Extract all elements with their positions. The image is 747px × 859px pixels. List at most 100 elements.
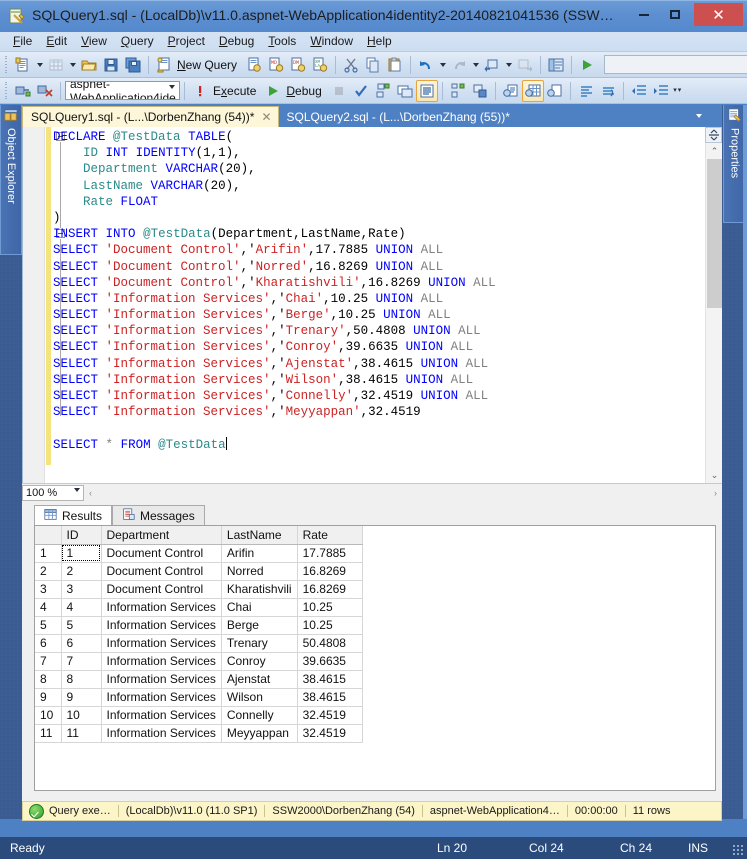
cell-id[interactable]: 8 (61, 670, 102, 689)
copy-icon[interactable] (362, 54, 384, 76)
menu-edit[interactable]: Edit (39, 32, 74, 51)
cell-lastname[interactable]: Ajenstat (221, 670, 298, 689)
scroll-up-arrow-icon[interactable]: ⌃ (706, 143, 722, 159)
blue-check-icon[interactable] (350, 80, 372, 102)
increase-indent-icon[interactable] (650, 80, 672, 102)
navigate-back-dropdown-icon[interactable] (503, 54, 514, 76)
row-number-cell[interactable]: 5 (35, 616, 62, 635)
cell-lastname[interactable]: Norred (221, 562, 298, 581)
cell-rate[interactable]: 38.4615 (297, 670, 363, 689)
query-options-icon[interactable] (394, 80, 416, 102)
cell-id[interactable]: 2 (61, 562, 102, 581)
floppy-disk-icon[interactable] (100, 54, 122, 76)
hscroll-right-arrow-icon[interactable]: › (709, 488, 722, 498)
cell-id[interactable]: 11 (61, 724, 102, 743)
editor-code[interactable]: DECLARE @TestData TABLE( ID INT IDENTITY… (53, 129, 704, 483)
minimize-button[interactable] (629, 3, 658, 26)
cell-rate[interactable]: 38.4615 (297, 688, 363, 707)
column-header-lastname[interactable]: LastName (221, 526, 298, 545)
cell-lastname[interactable]: Wilson (221, 688, 298, 707)
undo-dropdown-icon[interactable] (437, 54, 448, 76)
close-icon[interactable]: ✕ (261, 110, 271, 124)
new-document-dropdown-icon[interactable] (34, 54, 45, 76)
menu-query[interactable]: Query (114, 32, 161, 51)
editor-horizontal-scrollbar[interactable] (97, 484, 709, 501)
navigate-back-icon[interactable] (481, 54, 503, 76)
actual-plan-icon[interactable] (447, 80, 469, 102)
cell-lastname[interactable]: Connelly (221, 706, 298, 725)
tab-sqlquery1[interactable]: SQLQuery1.sql - (L...\DorbenZhang (54))*… (22, 106, 279, 127)
cell-id[interactable]: 1 (61, 544, 102, 563)
table-row[interactable]: 7 7 Information Services Conroy 39.6635 (35, 652, 363, 671)
row-number-cell[interactable]: 8 (35, 670, 62, 689)
menu-view[interactable]: View (74, 32, 114, 51)
cell-id[interactable]: 6 (61, 634, 102, 653)
cell-id[interactable]: 10 (61, 706, 102, 725)
toolbar-grip[interactable] (3, 81, 10, 100)
row-number-cell[interactable]: 4 (35, 598, 62, 617)
uncomment-lines-icon[interactable] (597, 80, 619, 102)
open-folder-icon[interactable] (78, 54, 100, 76)
cell-id[interactable]: 7 (61, 652, 102, 671)
cell-department[interactable]: Information Services (101, 616, 222, 635)
redo-arrow-icon[interactable] (448, 54, 470, 76)
cell-department[interactable]: Information Services (101, 706, 222, 725)
xmla-query-icon[interactable]: XM LA (309, 54, 331, 76)
connect-plug-icon[interactable] (12, 80, 34, 102)
green-play-icon[interactable] (576, 54, 598, 76)
database-selector-combo[interactable]: aspnet-WebApplication4ide (65, 81, 180, 100)
table-dropdown-icon[interactable] (67, 54, 78, 76)
object-explorer-icon[interactable] (545, 54, 567, 76)
table-row[interactable]: 8 8 Information Services Ajenstat 38.4615 (35, 670, 363, 689)
close-button[interactable]: ✕ (694, 3, 743, 26)
row-number-cell[interactable]: 6 (35, 634, 62, 653)
maximize-button[interactable] (660, 3, 689, 26)
tab-sqlquery2[interactable]: SQLQuery2.sql - (L...\DorbenZhang (55))* (279, 106, 516, 127)
table-row[interactable]: 2 2 Document Control Norred 16.8269 (35, 562, 363, 581)
stop-square-icon[interactable] (328, 80, 350, 102)
row-number-cell[interactable]: 10 (35, 706, 62, 725)
cell-id[interactable]: 4 (61, 598, 102, 617)
row-number-cell[interactable]: 3 (35, 580, 62, 599)
new-query-icon[interactable] (153, 54, 175, 76)
cell-rate[interactable]: 10.25 (297, 598, 363, 617)
undo-arrow-icon[interactable] (415, 54, 437, 76)
cell-lastname[interactable]: Berge (221, 616, 298, 635)
table-row[interactable]: 10 10 Information Services Connelly 32.4519 (35, 706, 363, 725)
cell-id[interactable]: 3 (61, 580, 102, 599)
results-to-text-icon[interactable] (415, 79, 438, 102)
cell-rate[interactable]: 16.8269 (297, 580, 363, 599)
cell-lastname[interactable]: Trenary (221, 634, 298, 653)
cell-lastname[interactable]: Kharatishvili (221, 580, 298, 599)
cell-lastname[interactable]: Meyyappan (221, 724, 298, 743)
cell-department[interactable]: Information Services (101, 598, 222, 617)
menu-tools[interactable]: Tools (261, 32, 303, 51)
column-header-rate[interactable]: Rate (297, 526, 363, 545)
scrollbar-thumb[interactable] (707, 159, 722, 308)
cell-rate[interactable]: 39.6635 (297, 652, 363, 671)
table-icon[interactable] (45, 54, 67, 76)
standard-database-combo[interactable] (604, 55, 747, 74)
menu-file[interactable]: File (6, 32, 39, 51)
cell-department[interactable]: Information Services (101, 724, 222, 743)
cell-rate[interactable]: 16.8269 (297, 562, 363, 581)
tab-list-dropdown-icon[interactable] (692, 109, 706, 123)
execute-button[interactable]: Execute (211, 84, 262, 98)
cell-department[interactable]: Document Control (101, 562, 222, 581)
cell-department[interactable]: Document Control (101, 580, 222, 599)
table-row[interactable]: 6 6 Information Services Trenary 50.4808 (35, 634, 363, 653)
cell-rate[interactable]: 17.7885 (297, 544, 363, 563)
cell-lastname[interactable]: Arifin (221, 544, 298, 563)
cell-department[interactable]: Document Control (101, 544, 222, 563)
table-row[interactable]: 9 9 Information Services Wilson 38.4615 (35, 688, 363, 707)
navigate-forward-icon[interactable] (514, 54, 536, 76)
row-number-cell[interactable]: 7 (35, 652, 62, 671)
new-query-button[interactable]: New Query (175, 58, 243, 72)
menu-debug[interactable]: Debug (212, 32, 261, 51)
menu-help[interactable]: Help (360, 32, 399, 51)
resize-grip-icon[interactable] (732, 844, 744, 856)
cell-department[interactable]: Information Services (101, 634, 222, 653)
debug-button[interactable]: Debug (284, 84, 327, 98)
row-header-corner[interactable] (35, 526, 62, 545)
cell-department[interactable]: Information Services (101, 652, 222, 671)
